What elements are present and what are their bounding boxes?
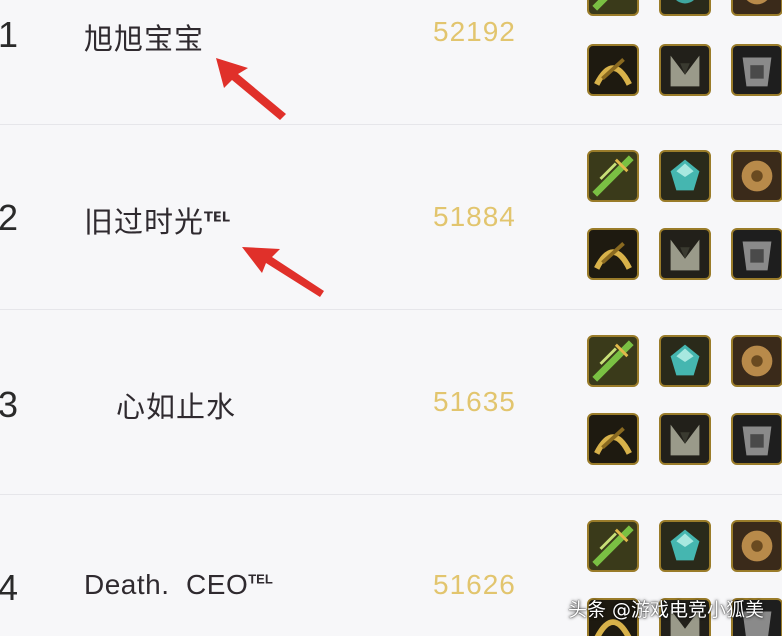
steel-armor-icon[interactable]: [731, 44, 782, 96]
steel-armor-icon[interactable]: [731, 413, 782, 465]
teal-gem-icon[interactable]: [659, 335, 711, 387]
rank-number: 2: [0, 197, 19, 238]
watermark: 头条 @游戏电竞小狐美: [567, 599, 764, 621]
leaderboard-row[interactable]: 1 旭旭宝宝 52192: [0, 0, 782, 125]
player-name[interactable]: 旭旭宝宝: [84, 16, 204, 58]
green-weapon-icon[interactable]: [587, 0, 639, 16]
score-value: 51626: [433, 569, 516, 600]
rank-number: 3: [0, 384, 19, 425]
steel-armor-icon[interactable]: [731, 228, 782, 280]
score-value: 51884: [433, 201, 516, 232]
gold-armor-icon[interactable]: [587, 413, 639, 465]
gold-armor-icon[interactable]: [587, 228, 639, 280]
tel-tag: TEL: [248, 571, 273, 587]
teal-gem-icon[interactable]: [659, 150, 711, 202]
score-value: 51635: [433, 386, 516, 417]
red-arrow-icon: [216, 58, 286, 120]
green-weapon-icon[interactable]: [587, 335, 639, 387]
silver-armor-icon[interactable]: [659, 44, 711, 96]
silver-armor-icon[interactable]: [659, 413, 711, 465]
bronze-orb-icon[interactable]: [731, 0, 782, 16]
bronze-orb-icon[interactable]: [731, 150, 782, 202]
gold-armor-icon[interactable]: [587, 44, 639, 96]
rank-number: 1: [0, 14, 19, 55]
teal-gem-icon[interactable]: [659, 0, 711, 16]
silver-armor-icon[interactable]: [659, 228, 711, 280]
teal-gem-icon[interactable]: [659, 520, 711, 572]
green-weapon-icon[interactable]: [587, 150, 639, 202]
player-name[interactable]: 心如止水: [116, 384, 236, 426]
bronze-orb-icon[interactable]: [731, 520, 782, 572]
rank-number: 4: [0, 567, 19, 608]
score-value: 52192: [433, 16, 516, 47]
red-arrow-icon: [242, 247, 324, 297]
player-name[interactable]: 旧过时光TEL: [84, 199, 230, 241]
green-weapon-icon[interactable]: [587, 520, 639, 572]
player-name[interactable]: Death. CEOTEL: [84, 569, 273, 601]
leaderboard-row[interactable]: 3 心如止水 51635: [0, 310, 782, 495]
bronze-orb-icon[interactable]: [731, 335, 782, 387]
tel-tag: TEL: [204, 210, 231, 226]
leaderboard-row[interactable]: 2 旧过时光TEL 51884: [0, 125, 782, 310]
